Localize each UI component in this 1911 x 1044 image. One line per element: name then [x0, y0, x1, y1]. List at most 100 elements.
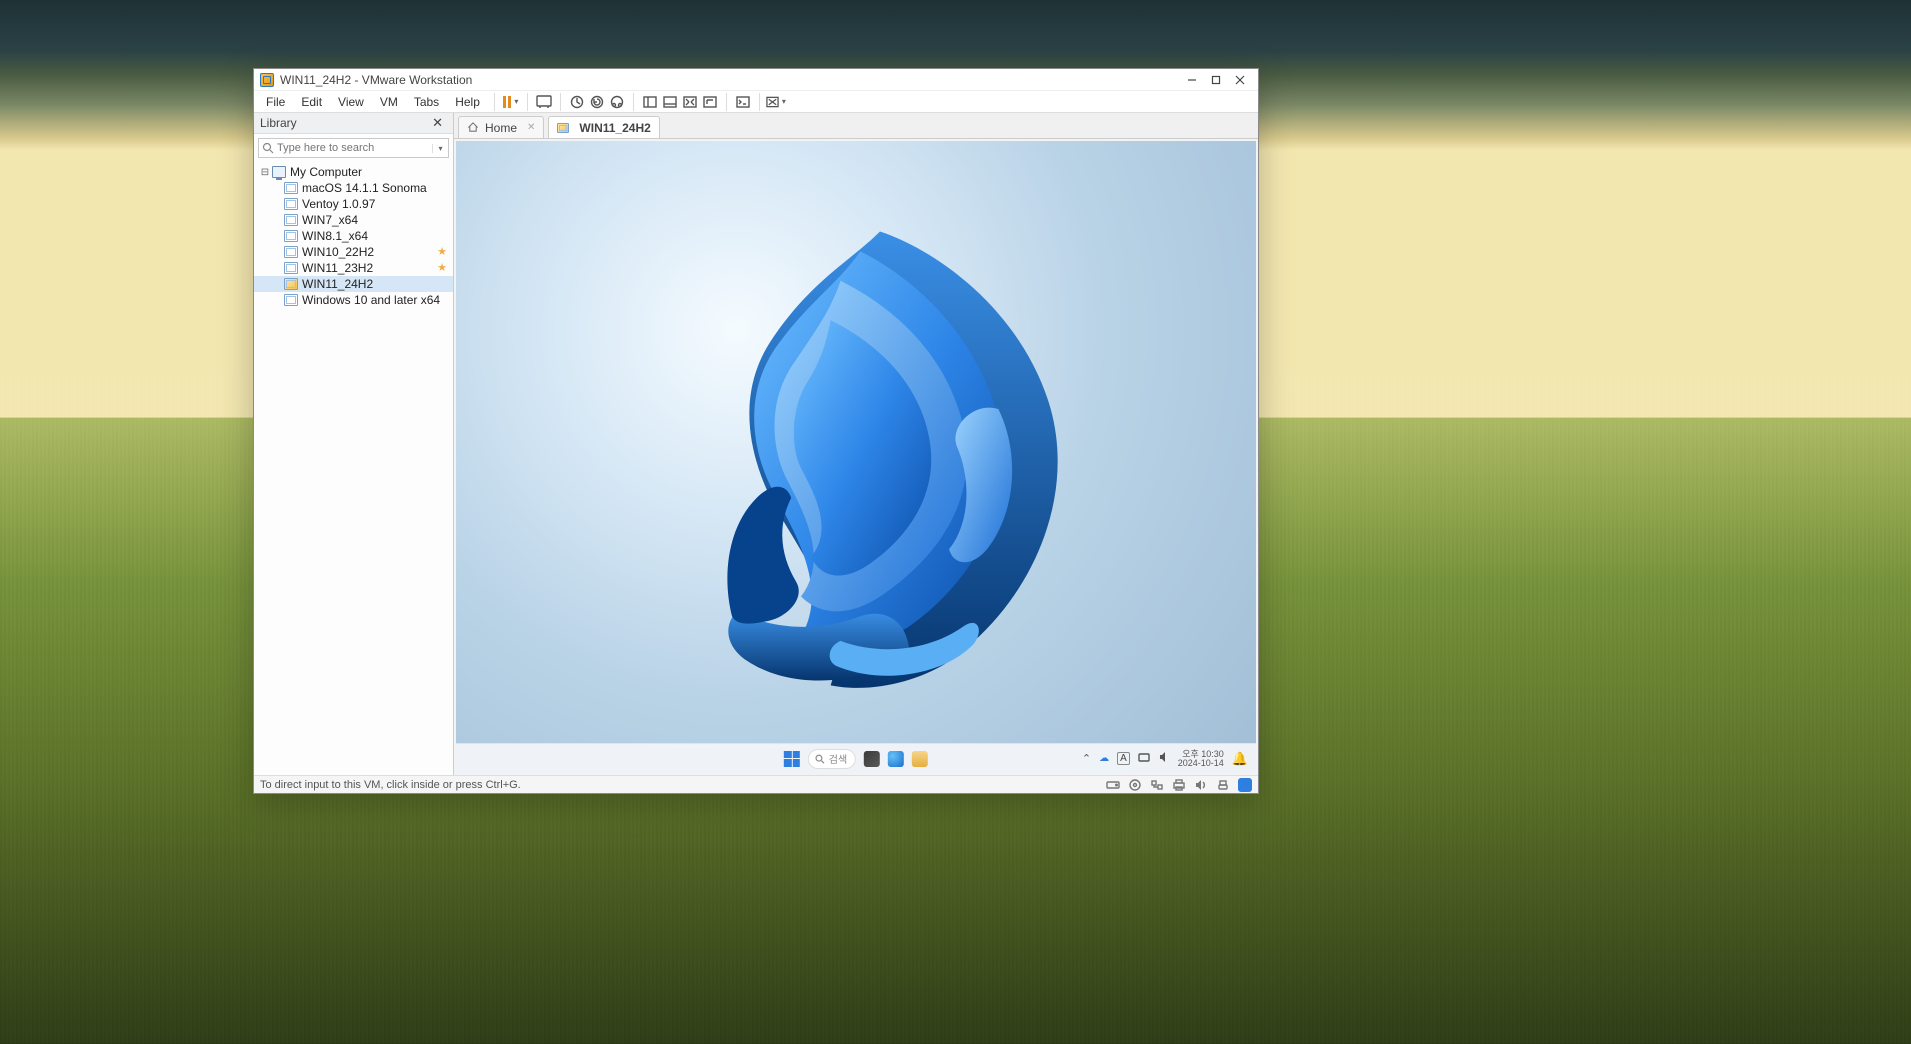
status-sound-icon[interactable]	[1194, 779, 1208, 791]
vm-icon	[284, 214, 298, 226]
statusbar-device-icons	[1106, 778, 1252, 792]
library-item-label: WIN11_23H2	[302, 261, 373, 275]
guest-taskbar-search[interactable]: 검색	[808, 749, 856, 769]
library-item-label: WIN11_24H2	[302, 277, 373, 291]
guest-search-label: 검색	[829, 751, 847, 766]
content-area: Home ✕ WIN11_24H2	[454, 113, 1258, 775]
library-item[interactable]: Windows 10 and later x64	[254, 292, 453, 308]
library-search[interactable]: ▾	[258, 138, 449, 158]
library-tree: ⊟ My Computer macOS 14.1.1 Sonoma Ventoy …	[254, 162, 453, 775]
library-title: Library	[260, 116, 297, 130]
vmware-workstation-window: WIN11_24H2 - VMware Workstation File Edi…	[253, 68, 1259, 794]
vm-icon	[284, 246, 298, 258]
library-item[interactable]: WIN10_22H2★	[254, 244, 453, 260]
guest-taskbar[interactable]: 검색 ⌃ ☁ A	[456, 743, 1256, 773]
menu-help[interactable]: Help	[447, 93, 488, 111]
stretch-guest-button[interactable]: ▾	[766, 92, 786, 112]
vm-icon	[284, 230, 298, 242]
library-item[interactable]: Ventoy 1.0.97	[254, 196, 453, 212]
show-thumbnail-button[interactable]	[660, 92, 680, 112]
close-button[interactable]	[1228, 71, 1252, 89]
tab-home-label: Home	[485, 121, 517, 135]
app-icon	[260, 73, 274, 87]
statusbar-hint: To direct input to this VM, click inside…	[260, 779, 521, 791]
vm-running-icon	[557, 123, 569, 133]
guest-clock-date: 2024-10-14	[1178, 759, 1224, 768]
guest-taskview-icon[interactable]	[864, 751, 880, 767]
search-icon	[815, 754, 825, 764]
menubar: File Edit View VM Tabs Help ▾	[254, 91, 1258, 113]
snapshot-manager-button[interactable]	[607, 92, 627, 112]
tab-strip: Home ✕ WIN11_24H2	[454, 113, 1258, 139]
vm-icon	[284, 294, 298, 306]
snapshot-take-button[interactable]	[567, 92, 587, 112]
guest-tray-language-icon[interactable]: A	[1117, 752, 1130, 765]
menu-view[interactable]: View	[330, 93, 372, 111]
status-printer-icon[interactable]	[1172, 779, 1186, 791]
library-item-label: WIN8.1_x64	[302, 229, 368, 243]
status-usb-icon[interactable]	[1216, 779, 1230, 791]
fullscreen-button[interactable]	[680, 92, 700, 112]
guest-clock[interactable]: 오후 10:30 2024-10-14	[1178, 750, 1224, 768]
tree-root-my-computer[interactable]: ⊟ My Computer	[254, 164, 453, 180]
guest-tray-volume-icon[interactable]	[1158, 751, 1170, 766]
vm-icon	[284, 262, 298, 274]
vm-icon	[284, 182, 298, 194]
menu-tabs[interactable]: Tabs	[406, 93, 447, 111]
status-harddisk-icon[interactable]	[1106, 779, 1120, 791]
guest-tray-chevron-icon[interactable]: ⌃	[1082, 752, 1091, 765]
send-ctrl-alt-del-button[interactable]	[534, 92, 554, 112]
maximize-button[interactable]	[1204, 71, 1228, 89]
favorite-star-icon: ★	[437, 263, 447, 274]
search-icon	[259, 142, 277, 154]
library-item-label: WIN7_x64	[302, 213, 358, 227]
snapshot-revert-button[interactable]	[587, 92, 607, 112]
computer-icon	[272, 166, 286, 178]
guest-vm-display[interactable]: 검색 ⌃ ☁ A	[456, 141, 1256, 773]
library-item[interactable]: macOS 14.1.1 Sonoma	[254, 180, 453, 196]
console-view-button[interactable]	[733, 92, 753, 112]
tab-active-vm[interactable]: WIN11_24H2	[548, 116, 659, 138]
guest-explorer-icon[interactable]	[912, 751, 928, 767]
status-cd-icon[interactable]	[1128, 779, 1142, 791]
chevron-down-icon: ▾	[514, 97, 518, 106]
library-item-label: Windows 10 and later x64	[302, 293, 440, 307]
search-dropdown-button[interactable]: ▾	[432, 144, 448, 153]
library-close-button[interactable]: ✕	[428, 115, 447, 131]
tree-root-label: My Computer	[290, 165, 362, 179]
tab-home[interactable]: Home ✕	[458, 116, 544, 138]
guest-edge-icon[interactable]	[888, 751, 904, 767]
guest-tray-onedrive-icon[interactable]: ☁	[1099, 753, 1109, 764]
tab-close-icon[interactable]: ✕	[527, 122, 535, 133]
library-item-label: Ventoy 1.0.97	[302, 197, 375, 211]
status-network-icon[interactable]	[1150, 779, 1164, 791]
titlebar[interactable]: WIN11_24H2 - VMware Workstation	[254, 69, 1258, 91]
menu-edit[interactable]: Edit	[293, 93, 330, 111]
win11-bloom-graphic	[584, 192, 1176, 705]
library-search-input[interactable]	[277, 139, 432, 157]
library-item[interactable]: WIN11_24H2	[254, 276, 453, 292]
library-item[interactable]: WIN7_x64	[254, 212, 453, 228]
library-item[interactable]: WIN11_23H2 ★	[254, 260, 453, 276]
library-panel: Library ✕ ▾ ⊟ My Computer macOS 14.1.1 S…	[254, 113, 454, 775]
home-icon	[467, 122, 479, 133]
guest-notifications-icon[interactable]: 🔔	[1232, 751, 1248, 767]
status-messages-icon[interactable]	[1238, 778, 1252, 792]
menu-file[interactable]: File	[258, 93, 293, 111]
chevron-down-icon: ▾	[782, 97, 786, 106]
show-library-button[interactable]	[640, 92, 660, 112]
expand-toggle-icon[interactable]: ⊟	[258, 167, 272, 178]
guest-start-button[interactable]	[784, 751, 800, 767]
library-item[interactable]: WIN8.1_x64	[254, 228, 453, 244]
library-item-label: macOS 14.1.1 Sonoma	[302, 181, 427, 195]
menu-vm[interactable]: VM	[372, 93, 406, 111]
pause-icon	[503, 96, 511, 108]
library-item-label: WIN10_22H2	[302, 245, 374, 259]
pause-vm-button[interactable]: ▾	[501, 92, 521, 112]
minimize-button[interactable]	[1180, 71, 1204, 89]
unity-button[interactable]	[700, 92, 720, 112]
guest-tray-network-icon[interactable]	[1138, 751, 1150, 766]
window-title: WIN11_24H2 - VMware Workstation	[280, 73, 472, 87]
vm-running-icon	[284, 278, 298, 290]
statusbar: To direct input to this VM, click inside…	[254, 775, 1258, 793]
